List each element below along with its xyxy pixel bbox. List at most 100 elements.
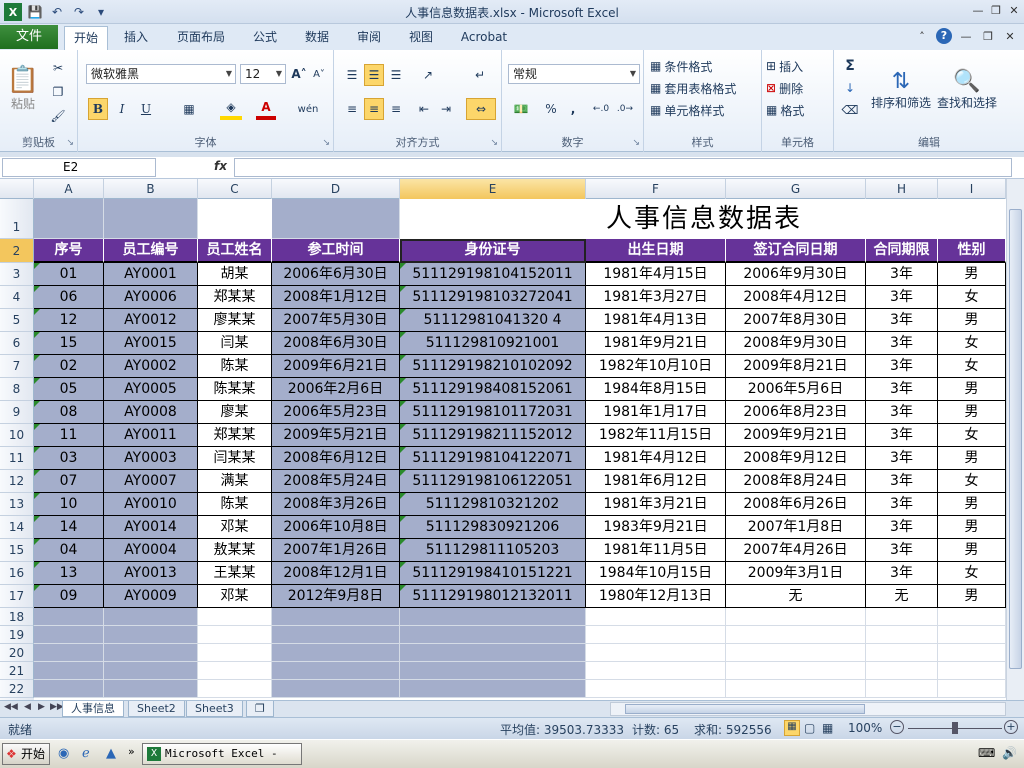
blank-cell[interactable] [34,199,104,239]
header-cell[interactable]: 出生日期 [586,239,726,263]
empty-cell[interactable] [104,608,198,626]
table-cell[interactable]: 女 [938,355,1006,378]
find-select-button[interactable]: 🔍 查找和选择 [934,54,1000,126]
row-header-22[interactable]: 22 [0,680,34,698]
row-header-19[interactable]: 19 [0,626,34,644]
table-cell[interactable]: AY0015 [104,332,198,355]
table-cell[interactable]: 2006年5月23日 [272,401,400,424]
number-launcher-icon[interactable]: ↘ [632,138,640,148]
currency-icon[interactable]: 💵 [508,98,534,120]
table-cell[interactable]: AY0012 [104,309,198,332]
table-cell[interactable]: 10 [34,493,104,516]
font-name-dropdown[interactable]: 微软雅黑 ▼ [86,64,236,84]
tab-formulas[interactable]: 公式 [246,26,284,50]
decrease-indent-icon[interactable]: ⇤ [414,98,434,120]
sort-filter-button[interactable]: ⇅ 排序和筛选 [868,54,934,126]
table-cell[interactable]: 2008年6月30日 [272,332,400,355]
row-header-9[interactable]: 9 [0,401,34,424]
table-cell[interactable]: 胡某 [198,263,272,286]
table-cell[interactable]: AY0008 [104,401,198,424]
table-cell[interactable]: 2009年6月21日 [272,355,400,378]
table-cell[interactable]: 闫某 [198,332,272,355]
sheet-tab-sheet2[interactable]: Sheet2 [128,701,185,717]
header-cell[interactable]: 参工时间 [272,239,400,263]
table-cell[interactable]: 2008年3月26日 [272,493,400,516]
column-header-e[interactable]: E [400,179,586,199]
table-cell[interactable]: 2009年9月21日 [726,424,866,447]
table-cell[interactable]: 3年 [866,447,938,470]
delete-cells-button[interactable]: ⊠ 删除 [766,78,830,98]
column-header-g[interactable]: G [726,179,866,199]
table-cell[interactable]: 01 [34,263,104,286]
table-cell[interactable]: 1983年9月21日 [586,516,726,539]
table-cell[interactable]: 1981年4月15日 [586,263,726,286]
table-cell[interactable]: 女 [938,332,1006,355]
decrease-decimal-icon[interactable]: .0→ [614,98,636,120]
tray-icon-1[interactable]: ⌨ [978,746,995,760]
table-cell[interactable]: 511129198012132011 [400,585,586,608]
table-cell[interactable]: 3年 [866,286,938,309]
row-header-8[interactable]: 8 [0,378,34,401]
table-cell[interactable]: AY0005 [104,378,198,401]
conditional-format-button[interactable]: ▦ 条件格式 [650,56,756,76]
empty-cell[interactable] [198,626,272,644]
empty-cell[interactable] [272,644,400,662]
row-header-14[interactable]: 14 [0,516,34,539]
table-cell[interactable]: 男 [938,585,1006,608]
table-cell[interactable]: 女 [938,470,1006,493]
table-cell[interactable]: 1980年12月13日 [586,585,726,608]
table-cell[interactable]: 1981年11月5日 [586,539,726,562]
table-cell[interactable]: 2009年8月21日 [726,355,866,378]
table-cell[interactable]: 闫某某 [198,447,272,470]
table-cell[interactable]: 15 [34,332,104,355]
table-cell[interactable]: 廖某某 [198,309,272,332]
table-cell[interactable]: 男 [938,447,1006,470]
column-header-b[interactable]: B [104,179,198,199]
table-cell[interactable]: 2008年4月12日 [726,286,866,309]
table-cell[interactable]: 51112981041320 4 [400,309,586,332]
alignment-launcher-icon[interactable]: ↘ [490,138,498,148]
table-cell[interactable]: 女 [938,286,1006,309]
column-header-a[interactable]: A [34,179,104,199]
table-cell[interactable]: 1981年1月17日 [586,401,726,424]
quicklaunch-icon-1[interactable]: ◉ [58,746,69,761]
table-cell[interactable]: AY0013 [104,562,198,585]
empty-cell[interactable] [104,626,198,644]
table-cell[interactable]: 无 [726,585,866,608]
empty-cell[interactable] [938,680,1006,698]
table-cell[interactable]: 2008年5月24日 [272,470,400,493]
minimize-icon[interactable]: — [970,2,986,18]
empty-cell[interactable] [938,644,1006,662]
row-header-5[interactable]: 5 [0,309,34,332]
page-layout-view-icon[interactable]: ▢ [804,721,815,735]
empty-cell[interactable] [586,626,726,644]
empty-cell[interactable] [586,608,726,626]
align-bottom-icon[interactable]: ☰ [386,64,406,86]
header-cell[interactable]: 员工编号 [104,239,198,263]
row-header-16[interactable]: 16 [0,562,34,585]
table-cell[interactable]: 13 [34,562,104,585]
font-color-icon[interactable]: A [256,98,276,120]
table-cell[interactable]: 09 [34,585,104,608]
table-cell[interactable]: 敖某某 [198,539,272,562]
table-cell[interactable]: 女 [938,424,1006,447]
name-box[interactable]: E2 [2,158,156,177]
merge-center-icon[interactable]: ⇔ [466,98,496,120]
empty-cell[interactable] [866,680,938,698]
table-cell[interactable]: 511129198211152012 [400,424,586,447]
border-icon[interactable]: ▦ [178,98,200,120]
table-cell[interactable]: 511129198408152061 [400,378,586,401]
table-cell[interactable]: 无 [866,585,938,608]
font-size-dropdown[interactable]: 12 ▼ [240,64,286,84]
row-header-1[interactable]: 1 [0,199,34,239]
table-cell[interactable]: 3年 [866,516,938,539]
row-header-17[interactable]: 17 [0,585,34,608]
zoom-level[interactable]: 100% [848,721,882,735]
table-cell[interactable]: 3年 [866,401,938,424]
table-cell[interactable]: AY0004 [104,539,198,562]
table-cell[interactable]: 王某某 [198,562,272,585]
autosum-button[interactable]: Σ [840,56,860,76]
empty-cell[interactable] [938,626,1006,644]
table-cell[interactable]: 511129810921001 [400,332,586,355]
empty-cell[interactable] [34,608,104,626]
